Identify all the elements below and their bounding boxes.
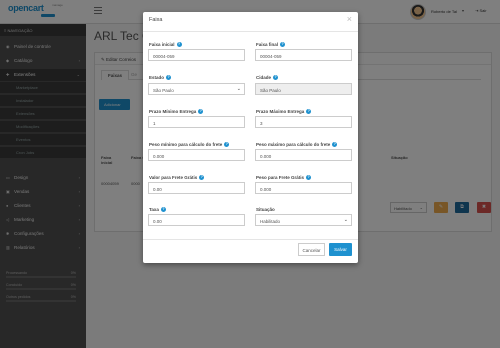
help-icon[interactable]: ? — [280, 42, 286, 48]
cancel-button[interactable]: Cancelar — [298, 243, 325, 256]
estado-select[interactable]: São Paulo ⌄ — [148, 83, 245, 95]
save-button[interactable]: Salvar — [329, 243, 352, 256]
divider — [143, 31, 358, 32]
label-peso-max: Peso máximo para cálculo do frete? — [256, 142, 338, 148]
help-icon[interactable]: ? — [160, 207, 166, 213]
label-peso-frete-gratis: Peso para Frete Grátis? — [256, 175, 312, 181]
label-text: Faixa final — [256, 42, 279, 47]
label-taxa: Taxa? — [149, 207, 166, 213]
help-icon[interactable]: ? — [273, 75, 279, 81]
modal-title: Faixa — [149, 17, 163, 23]
label-cidade: Cidade? — [256, 75, 279, 81]
peso-frete-gratis-input[interactable]: 0.000 — [255, 182, 352, 194]
divider — [143, 239, 358, 240]
help-icon[interactable]: ? — [198, 109, 204, 115]
valor-frete-gratis-input[interactable]: 0.00 — [148, 182, 245, 194]
cidade-input[interactable]: São Paulo — [255, 83, 352, 95]
label-estado: Estado? — [149, 75, 172, 81]
peso-maximo-input[interactable]: 0.000 — [255, 149, 352, 161]
label-text: Peso para Frete Grátis — [256, 175, 305, 180]
label-situacao: Situação — [256, 207, 275, 212]
label-peso-min: Peso mínimo para cálculo do frete? — [149, 142, 230, 148]
label-text: Faixa inicial — [149, 42, 175, 47]
help-icon[interactable]: ? — [176, 42, 182, 48]
close-icon[interactable]: × — [347, 14, 352, 24]
taxa-input[interactable]: 0.00 — [148, 214, 245, 226]
label-text: Cidade — [256, 75, 272, 80]
prazo-maximo-input[interactable]: 3 — [255, 116, 352, 128]
label-prazo-min: Prazo Mínimo Entrega? — [149, 109, 204, 115]
label-text: Taxa — [149, 207, 159, 212]
help-icon[interactable]: ? — [199, 175, 205, 181]
label-faixa-final: Faixa final? — [256, 42, 286, 48]
label-text: Peso mínimo para cálculo do frete — [149, 142, 223, 147]
faixa-modal: Faixa × Faixa inicial? 00004-059 Faixa f… — [143, 12, 358, 263]
faixa-inicial-input[interactable]: 00004-059 — [148, 49, 245, 61]
label-faixa-inicial: Faixa inicial? — [149, 42, 182, 48]
help-icon[interactable]: ? — [332, 142, 338, 148]
help-icon[interactable]: ? — [166, 75, 172, 81]
label-prazo-max: Prazo Máximo Entrega? — [256, 109, 312, 115]
label-valor-frete-gratis: Valor para Frete Grátis? — [149, 175, 205, 181]
estado-select-value: São Paulo — [153, 87, 174, 93]
chevron-down-icon: ⌄ — [236, 85, 241, 92]
situacao-select-value: Habilitado — [260, 218, 281, 224]
help-icon[interactable]: ? — [224, 142, 230, 148]
label-text: Peso máximo para cálculo do frete — [256, 142, 331, 147]
situacao-select[interactable]: Habilitado ⌄ — [255, 214, 352, 226]
label-text: Situação — [256, 207, 275, 212]
faixa-final-input[interactable]: 00004-059 — [255, 49, 352, 61]
prazo-minimo-input[interactable]: 1 — [148, 116, 245, 128]
help-icon[interactable]: ? — [306, 175, 312, 181]
peso-minimo-input[interactable]: 0.000 — [148, 149, 245, 161]
help-icon[interactable]: ? — [306, 109, 312, 115]
chevron-down-icon: ⌄ — [343, 216, 348, 223]
label-text: Estado — [149, 75, 165, 80]
label-text: Prazo Mínimo Entrega — [149, 109, 197, 114]
label-text: Valor para Frete Grátis — [149, 175, 198, 180]
label-text: Prazo Máximo Entrega — [256, 109, 305, 114]
